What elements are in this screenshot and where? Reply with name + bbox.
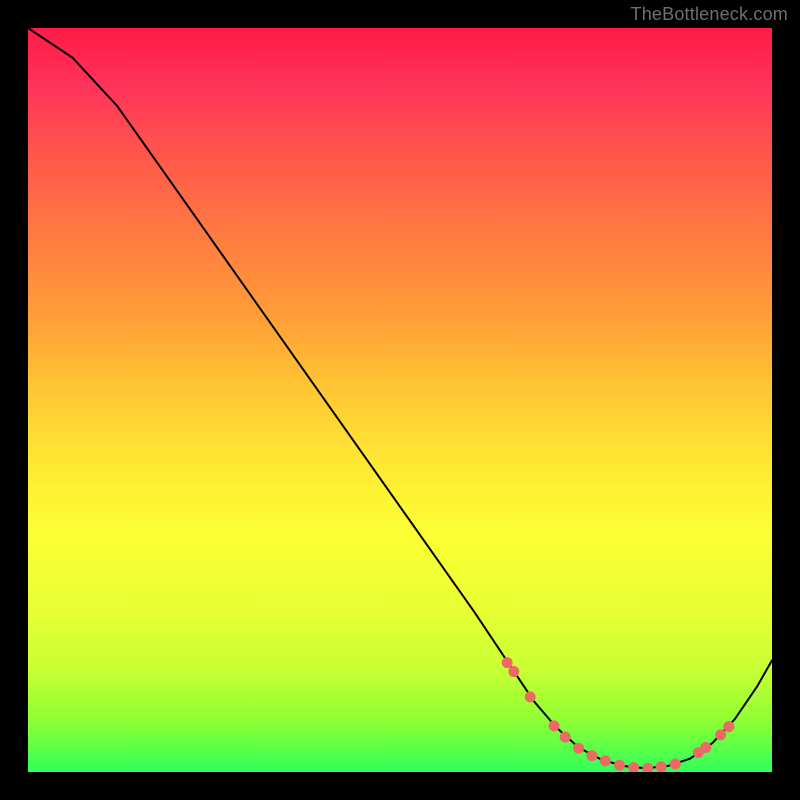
plot-area [28, 28, 772, 772]
marker-dot [600, 755, 611, 766]
chart-svg [28, 28, 772, 772]
marker-dot [656, 761, 667, 772]
marker-dot [723, 721, 734, 732]
marker-dot [502, 657, 513, 668]
marker-dot [628, 762, 639, 772]
marker-dot [586, 750, 597, 761]
marker-dot [508, 666, 519, 677]
marker-dot [549, 720, 560, 731]
marker-dot [560, 732, 571, 743]
marker-dot [670, 758, 681, 769]
marker-dot [700, 742, 711, 753]
curve-line [28, 28, 772, 768]
watermark-text: TheBottleneck.com [631, 4, 788, 25]
marker-dot [642, 763, 653, 772]
marker-dot [715, 729, 726, 740]
marker-group [502, 657, 735, 772]
marker-dot [525, 691, 536, 702]
marker-dot [573, 743, 584, 754]
marker-dot [614, 760, 625, 771]
chart-frame: TheBottleneck.com [0, 0, 800, 800]
